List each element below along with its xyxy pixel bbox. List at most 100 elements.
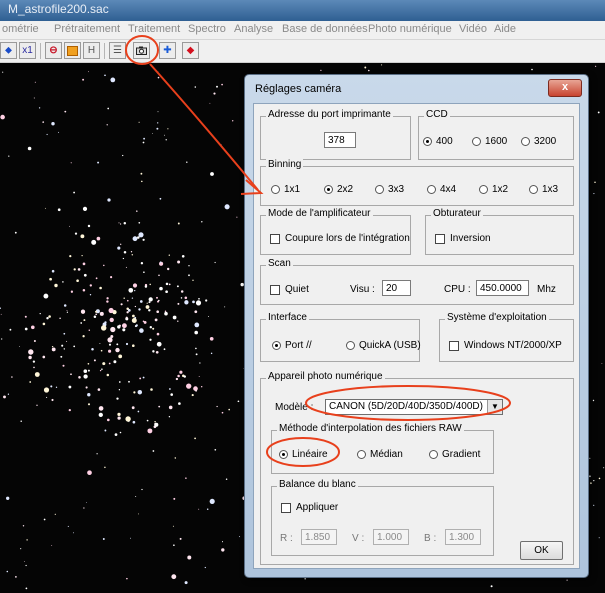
binning-radio-1x2[interactable]: 1x2 (479, 184, 508, 195)
menu-item-traitement[interactable]: Traitement (128, 23, 180, 35)
ccd-radio-400[interactable]: 400 (423, 136, 453, 147)
star-icon (168, 405, 173, 410)
menu-item-base-de-donnees[interactable]: Base de données (282, 23, 368, 35)
radio-dot (429, 450, 438, 459)
list-icon[interactable]: ☰ (109, 42, 126, 59)
binning-radio-1x1[interactable]: 1x1 (271, 184, 300, 195)
star-icon (170, 393, 173, 396)
interp-radio-lineaire[interactable]: Linéaire (279, 449, 328, 460)
star-icon (22, 525, 25, 527)
star-icon (83, 273, 87, 277)
toolbar: ⬥ x1 ⊖ H ☰ ✚ ◆ (0, 40, 605, 63)
digital-camera-group-label: Appareil photo numérique (266, 371, 385, 382)
star-icon (139, 377, 142, 380)
star-icon (51, 545, 53, 546)
star-icon (6, 496, 10, 500)
subtract-icon[interactable]: ⊖ (45, 42, 62, 59)
star-icon (24, 561, 25, 562)
apply-checkbox-label: Appliquer (296, 502, 339, 513)
star-icon (78, 376, 81, 379)
dropdown-arrow-icon[interactable]: ▼ (487, 400, 502, 414)
star-icon (199, 362, 201, 364)
binning-radio-1x3[interactable]: 1x3 (529, 184, 558, 195)
amplifier-checkbox-label: Coupure lors de l'intégration (285, 233, 410, 244)
v-input[interactable]: 1.000 (373, 529, 409, 545)
star-icon (138, 232, 144, 238)
amplifier-checkbox[interactable]: Coupure lors de l'intégration (270, 233, 410, 244)
star-icon (89, 294, 92, 296)
ccd-radio-3200[interactable]: 3200 (521, 136, 556, 147)
star-icon (127, 309, 131, 312)
star-icon (73, 345, 76, 348)
interface-radio-quicka[interactable]: QuickA (USB) (346, 340, 421, 351)
toggle-icon[interactable]: ⬥ (0, 42, 17, 59)
ccd-radio-1600[interactable]: 1600 (472, 136, 507, 147)
cpu-input[interactable]: 450.0000 (476, 280, 529, 296)
cross-icon[interactable]: ✚ (159, 42, 176, 59)
port-address-input[interactable]: 378 (324, 132, 356, 148)
star-icon (63, 304, 67, 307)
r-input[interactable]: 1.850 (301, 529, 337, 545)
star-icon (183, 375, 186, 378)
star-icon (135, 496, 137, 497)
star-icon (82, 289, 86, 292)
star-icon (44, 207, 46, 209)
interp-radio-median[interactable]: Médian (357, 449, 403, 460)
x1-button[interactable]: x1 (19, 42, 36, 59)
binning-radio-2x2[interactable]: 2x2 (324, 184, 353, 195)
star-icon (26, 539, 28, 541)
star-icon (593, 193, 595, 195)
interface-option-label: Port // (285, 340, 312, 351)
menu-item-aide[interactable]: Aide (494, 23, 516, 35)
star-icon (25, 587, 28, 590)
star-icon (76, 279, 79, 283)
windows-nt-checkbox-label: Windows NT/2000/XP (464, 340, 562, 351)
star-icon (87, 470, 92, 476)
star-icon (43, 387, 50, 393)
histogram-icon[interactable] (64, 42, 81, 59)
star-icon (209, 336, 214, 341)
h-button[interactable]: H (83, 42, 100, 59)
interp-radio-gradient[interactable]: Gradient (429, 449, 480, 460)
menu-item-video[interactable]: Vidéo (459, 23, 487, 35)
binning-radio-4x4[interactable]: 4x4 (427, 184, 456, 195)
binning-option-label: 1x2 (492, 184, 509, 195)
windows-nt-checkbox[interactable]: Windows NT/2000/XP (449, 340, 562, 351)
record-icon[interactable]: ◆ (182, 42, 199, 59)
model-select[interactable]: CANON (5D/20D/40D/350D/400D) ▼ (325, 399, 503, 415)
star-icon (73, 532, 74, 534)
dialog-title: Réglages caméra (255, 83, 342, 95)
star-icon (531, 68, 533, 71)
star-icon (82, 206, 88, 212)
star-icon (106, 124, 108, 126)
apply-white-balance-checkbox[interactable]: Appliquer (281, 502, 338, 513)
camera-settings-dialog: Réglages caméra x Adresse du port imprim… (244, 74, 589, 578)
star-icon (221, 83, 223, 86)
model-select-value: CANON (5D/20D/40D/350D/400D) (329, 401, 483, 412)
star-icon (118, 324, 121, 327)
camera-icon[interactable] (133, 42, 150, 59)
menu-item-photo-numerique[interactable]: Photo numérique (368, 23, 452, 35)
interface-radio-port[interactable]: Port // (272, 340, 312, 351)
close-button[interactable]: x (548, 79, 582, 97)
menu-item-pretraitement[interactable]: Prétraitement (54, 23, 120, 35)
shutter-checkbox[interactable]: Inversion (435, 233, 491, 244)
amplifier-group: Mode de l'amplificateur Coupure lors de … (260, 208, 411, 255)
star-icon (195, 353, 198, 356)
menu-item-photometrie[interactable]: ométrie (2, 23, 39, 35)
star-icon (82, 335, 85, 338)
menu-item-analyse[interactable]: Analyse (234, 23, 273, 35)
star-icon (167, 128, 169, 130)
star-icon (51, 347, 56, 352)
menu-item-spectro[interactable]: Spectro (188, 23, 226, 35)
star-icon (157, 122, 159, 124)
star-icon (95, 277, 98, 280)
star-icon (82, 262, 86, 266)
visu-input[interactable]: 20 (382, 280, 411, 296)
binning-option-label: 1x3 (542, 184, 559, 195)
binning-radio-3x3[interactable]: 3x3 (375, 184, 404, 195)
quiet-checkbox[interactable]: Quiet (270, 284, 309, 295)
star-icon (108, 307, 114, 314)
b-input[interactable]: 1.300 (445, 529, 481, 545)
ok-button[interactable]: OK (520, 541, 563, 560)
